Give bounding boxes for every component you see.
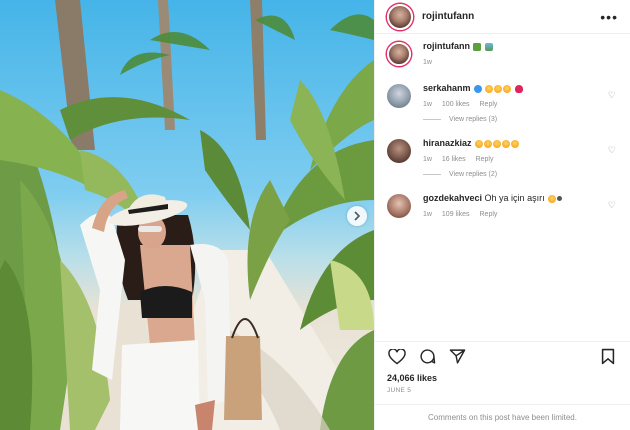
comment-likes[interactable]: 16 likes <box>442 156 466 163</box>
commenter-avatar[interactable] <box>387 194 411 218</box>
post-actions-bar <box>375 341 630 371</box>
comment-button[interactable] <box>417 347 437 367</box>
face-emoji-icon <box>494 84 503 93</box>
heart-icon <box>388 348 406 364</box>
post-date: JUNE 5 <box>387 387 412 394</box>
author-avatar[interactable] <box>387 3 413 30</box>
comment-item: serkahanm 1w 100 likes Reply View replie… <box>387 82 618 123</box>
caption: rojintufann 1w <box>387 40 618 66</box>
face-emoji-icon <box>547 194 556 203</box>
palm-tree-emoji-icon <box>473 42 482 51</box>
reply-button[interactable]: Reply <box>476 156 494 163</box>
more-options-icon[interactable]: ••• <box>600 9 618 25</box>
comment-time: 1w <box>423 101 432 108</box>
beach-photo-image <box>0 0 374 430</box>
comment-item: gozdekahveci Oh ya için aşırı 1w 109 lik… <box>387 192 618 218</box>
face-emoji-icon <box>485 84 494 93</box>
face-emoji-icon <box>492 139 501 148</box>
post-photo[interactable] <box>0 0 374 430</box>
caption-text: rojintufann <box>423 40 618 53</box>
face-emoji-icon <box>474 139 483 148</box>
view-replies-button[interactable]: View replies (2) <box>423 171 618 178</box>
comments-limited-notice: Comments on this post have been limited. <box>375 404 630 430</box>
caption-username[interactable]: rojintufann <box>423 41 470 51</box>
commenter-avatar[interactable] <box>387 84 411 108</box>
reply-button[interactable]: Reply <box>480 211 498 218</box>
comment-username[interactable]: hiranazkiaz <box>423 138 472 148</box>
comment-icon <box>419 349 435 364</box>
comment-username[interactable]: gozdekahveci <box>423 193 482 203</box>
like-button[interactable] <box>387 347 407 367</box>
caption-avatar[interactable] <box>387 42 411 66</box>
chevron-right-icon <box>354 211 361 221</box>
comment-text: hiranazkiaz <box>423 137 618 150</box>
comment-time: 1w <box>423 211 432 218</box>
caption-time: 1w <box>423 59 432 66</box>
comment-like-heart-icon[interactable]: ♡ <box>608 145 616 156</box>
comment-time: 1w <box>423 156 432 163</box>
next-image-button[interactable] <box>347 206 367 226</box>
comment-like-heart-icon[interactable]: ♡ <box>608 200 616 211</box>
commenter-avatar[interactable] <box>387 139 411 163</box>
comment-like-heart-icon[interactable]: ♡ <box>608 90 616 101</box>
post-side-panel: rojintufann ••• rojintufann 1w serkahanm… <box>374 0 630 430</box>
comment-item: hiranazkiaz 1w 16 likes Reply View repli… <box>387 137 618 178</box>
photo-emoji-icon <box>484 42 493 51</box>
red-heart-emoji-icon <box>514 84 523 93</box>
face-emoji-icon <box>503 84 512 93</box>
comment-text: serkahanm <box>423 82 618 95</box>
comment-likes[interactable]: 109 likes <box>442 211 470 218</box>
likes-count[interactable]: 24,066 likes <box>375 371 630 383</box>
reply-button[interactable]: Reply <box>480 101 498 108</box>
post-modal: rojintufann ••• rojintufann 1w serkahanm… <box>0 0 630 430</box>
comments-list: rojintufann 1w serkahanm 1w 100 likes Re… <box>375 34 630 341</box>
face-emoji-icon <box>483 139 492 148</box>
bookmark-icon <box>601 348 615 365</box>
verified-badge-icon <box>473 84 482 93</box>
comment-username[interactable]: serkahanm <box>423 83 471 93</box>
sparkle-emoji-icon <box>556 196 562 202</box>
face-emoji-icon <box>501 139 510 148</box>
post-header: rojintufann ••• <box>375 0 630 34</box>
share-button[interactable] <box>447 347 467 367</box>
share-icon <box>449 349 465 364</box>
face-emoji-icon <box>510 139 519 148</box>
author-username[interactable]: rojintufann <box>422 11 474 22</box>
comment-body: Oh ya için aşırı <box>484 193 545 203</box>
comment-likes[interactable]: 100 likes <box>442 101 470 108</box>
save-button[interactable] <box>598 347 618 367</box>
view-replies-button[interactable]: View replies (3) <box>423 116 618 123</box>
comment-text: gozdekahveci Oh ya için aşırı <box>423 192 618 205</box>
